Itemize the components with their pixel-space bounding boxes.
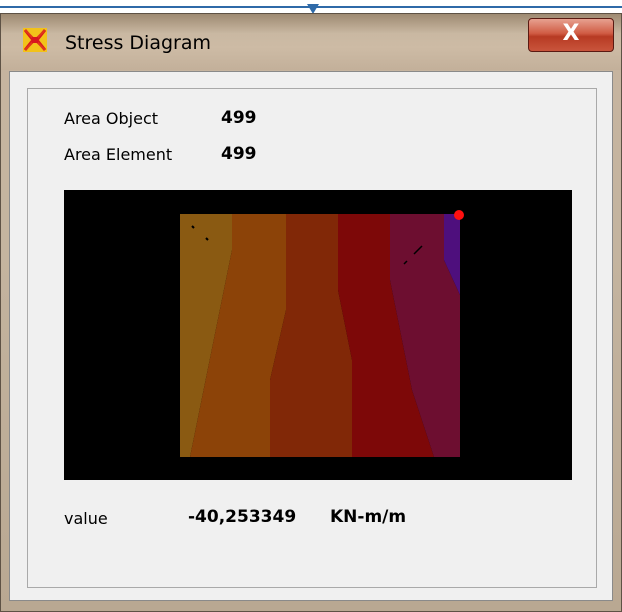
dialog-client-area: Area Object 499 Area Element 499 value -… — [9, 71, 613, 601]
area-object-value: 499 — [221, 108, 257, 128]
area-element-value: 499 — [221, 144, 257, 164]
value-number: -40,253349 — [188, 507, 297, 527]
close-button[interactable]: X — [528, 18, 614, 52]
selected-point-marker[interactable] — [454, 210, 464, 220]
mesh-mark — [191, 225, 195, 229]
value-label: value — [64, 509, 108, 528]
value-unit: KN-m/m — [330, 507, 407, 527]
stress-diagram-window: Stress Diagram X Area Object 499 Area El… — [0, 13, 622, 612]
background-strip — [0, 0, 622, 14]
area-object-label: Area Object — [64, 109, 159, 128]
area-element-label: Area Element — [64, 145, 173, 164]
title-bar[interactable]: Stress Diagram X — [1, 14, 621, 70]
stress-contour-plot[interactable] — [64, 190, 572, 480]
window-title: Stress Diagram — [65, 32, 212, 54]
stress-contour-canvas — [64, 190, 572, 480]
app-icon — [23, 28, 47, 52]
mesh-mark — [205, 237, 209, 241]
close-icon: X — [562, 21, 580, 46]
